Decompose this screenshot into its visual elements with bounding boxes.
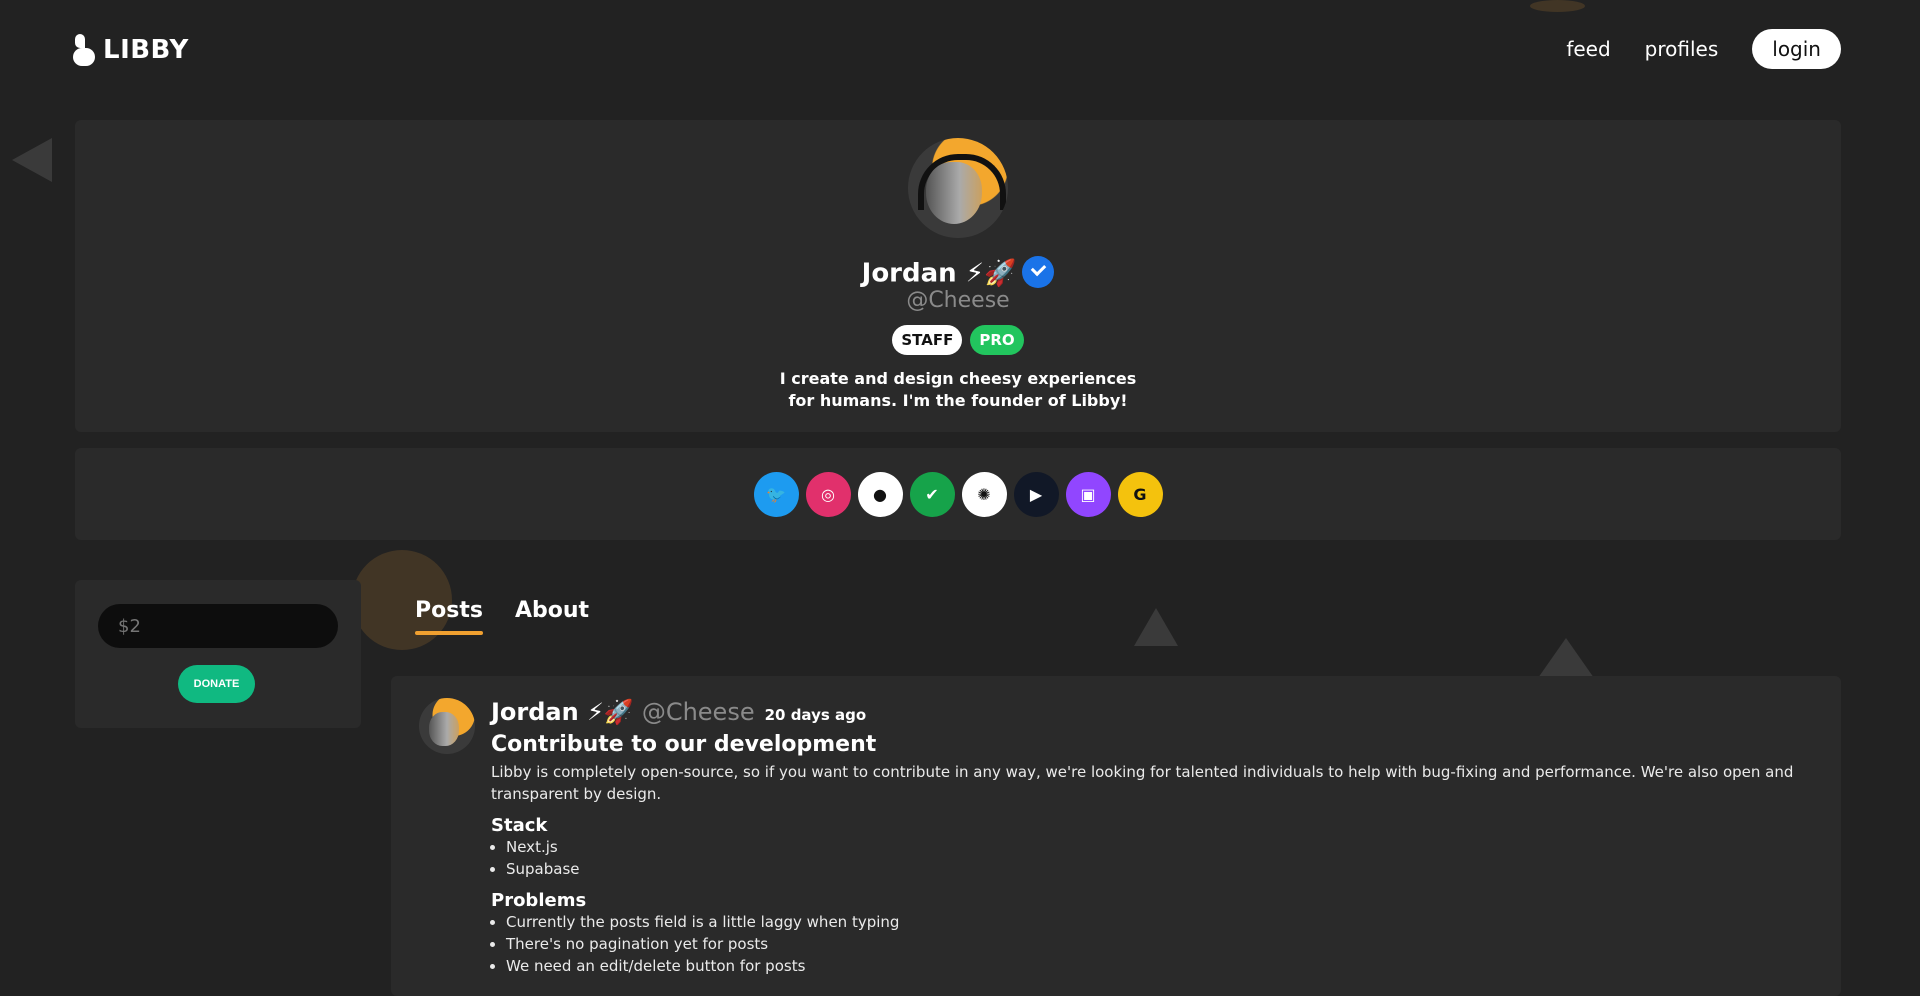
nav-feed-link[interactable]: feed: [1566, 37, 1610, 61]
post-header: Jordan ⚡🚀 @Cheese 20 days ago: [491, 698, 1801, 726]
brand-name: LIBBY: [103, 35, 189, 65]
post-text: Libby is completely open-source, so if y…: [491, 763, 1794, 803]
post-body: Jordan ⚡🚀 @Cheese 20 days ago Contribute t…: [491, 698, 1801, 977]
post-section-heading: Stack: [491, 815, 548, 836]
bio-line: for humans. I'm the founder of Libby!: [788, 391, 1128, 410]
pro-badge: PRO: [970, 325, 1024, 355]
list-item: There's no pagination yet for posts: [506, 933, 1801, 955]
play-icon[interactable]: ▶: [1013, 472, 1059, 517]
tab-posts[interactable]: Posts: [415, 598, 483, 635]
profile-name-row: Jordan ⚡🚀: [75, 256, 1841, 290]
donate-card: DONATE: [75, 580, 361, 728]
profile-avatar: [908, 138, 1008, 238]
list-item: We need an edit/delete button for posts: [506, 955, 1801, 977]
post-title: Contribute to our development: [491, 732, 877, 757]
profile-handle: @Cheese: [906, 288, 1010, 313]
post-author-avatar[interactable]: [419, 698, 475, 754]
twitter-icon[interactable]: 🐦: [753, 472, 799, 517]
list-item: Supabase: [506, 858, 1801, 880]
social-links-card: 🐦 ◎ ● ✔ ✺ ▶ ▣ G: [75, 448, 1841, 540]
social-links: 🐦 ◎ ● ✔ ✺ ▶ ▣ G: [75, 472, 1841, 517]
staff-badge: STAFF: [892, 325, 963, 355]
post-section-heading: Problems: [491, 890, 587, 911]
profile-card: Jordan ⚡🚀 @Cheese STAFF PRO I create and…: [75, 120, 1841, 432]
libby-logo-icon: [73, 32, 97, 68]
profile-name: Jordan ⚡🚀: [861, 258, 1017, 289]
list-item: Next.js: [506, 836, 1801, 858]
login-button[interactable]: login: [1752, 29, 1841, 69]
gumroad-icon[interactable]: G: [1117, 472, 1163, 517]
donate-button[interactable]: DONATE: [178, 665, 255, 703]
post-author-handle[interactable]: @Cheese: [642, 698, 755, 726]
profile-badges: STAFF PRO: [75, 325, 1841, 355]
instagram-icon[interactable]: ◎: [805, 472, 851, 517]
post-author-name[interactable]: Jordan ⚡🚀: [491, 698, 634, 726]
profile-tabs: Posts About: [415, 598, 589, 635]
checkmark-icon[interactable]: ✔: [909, 472, 955, 517]
profile-bio: I create and design cheesy experiences f…: [75, 368, 1841, 412]
brand-logo[interactable]: LIBBY: [73, 32, 189, 68]
tab-about[interactable]: About: [515, 598, 589, 635]
sun-icon[interactable]: ✺: [961, 472, 1007, 517]
post-card: Jordan ⚡🚀 @Cheese 20 days ago Contribute t…: [391, 676, 1841, 996]
bio-line: I create and design cheesy experiences: [779, 369, 1137, 388]
github-icon[interactable]: ●: [857, 472, 903, 517]
list-item: Currently the posts field is a little la…: [506, 911, 1801, 933]
top-header: LIBBY feed profiles login: [0, 0, 1920, 100]
verified-check-icon: [1022, 256, 1055, 288]
post-list: Currently the posts field is a little la…: [491, 911, 1801, 977]
main-nav: feed profiles login: [1566, 29, 1841, 69]
donation-amount-input[interactable]: [98, 604, 338, 648]
nav-profiles-link[interactable]: profiles: [1645, 37, 1719, 61]
post-timestamp: 20 days ago: [764, 706, 867, 724]
twitch-icon[interactable]: ▣: [1065, 472, 1111, 517]
post-list: Next.js Supabase: [491, 836, 1801, 880]
